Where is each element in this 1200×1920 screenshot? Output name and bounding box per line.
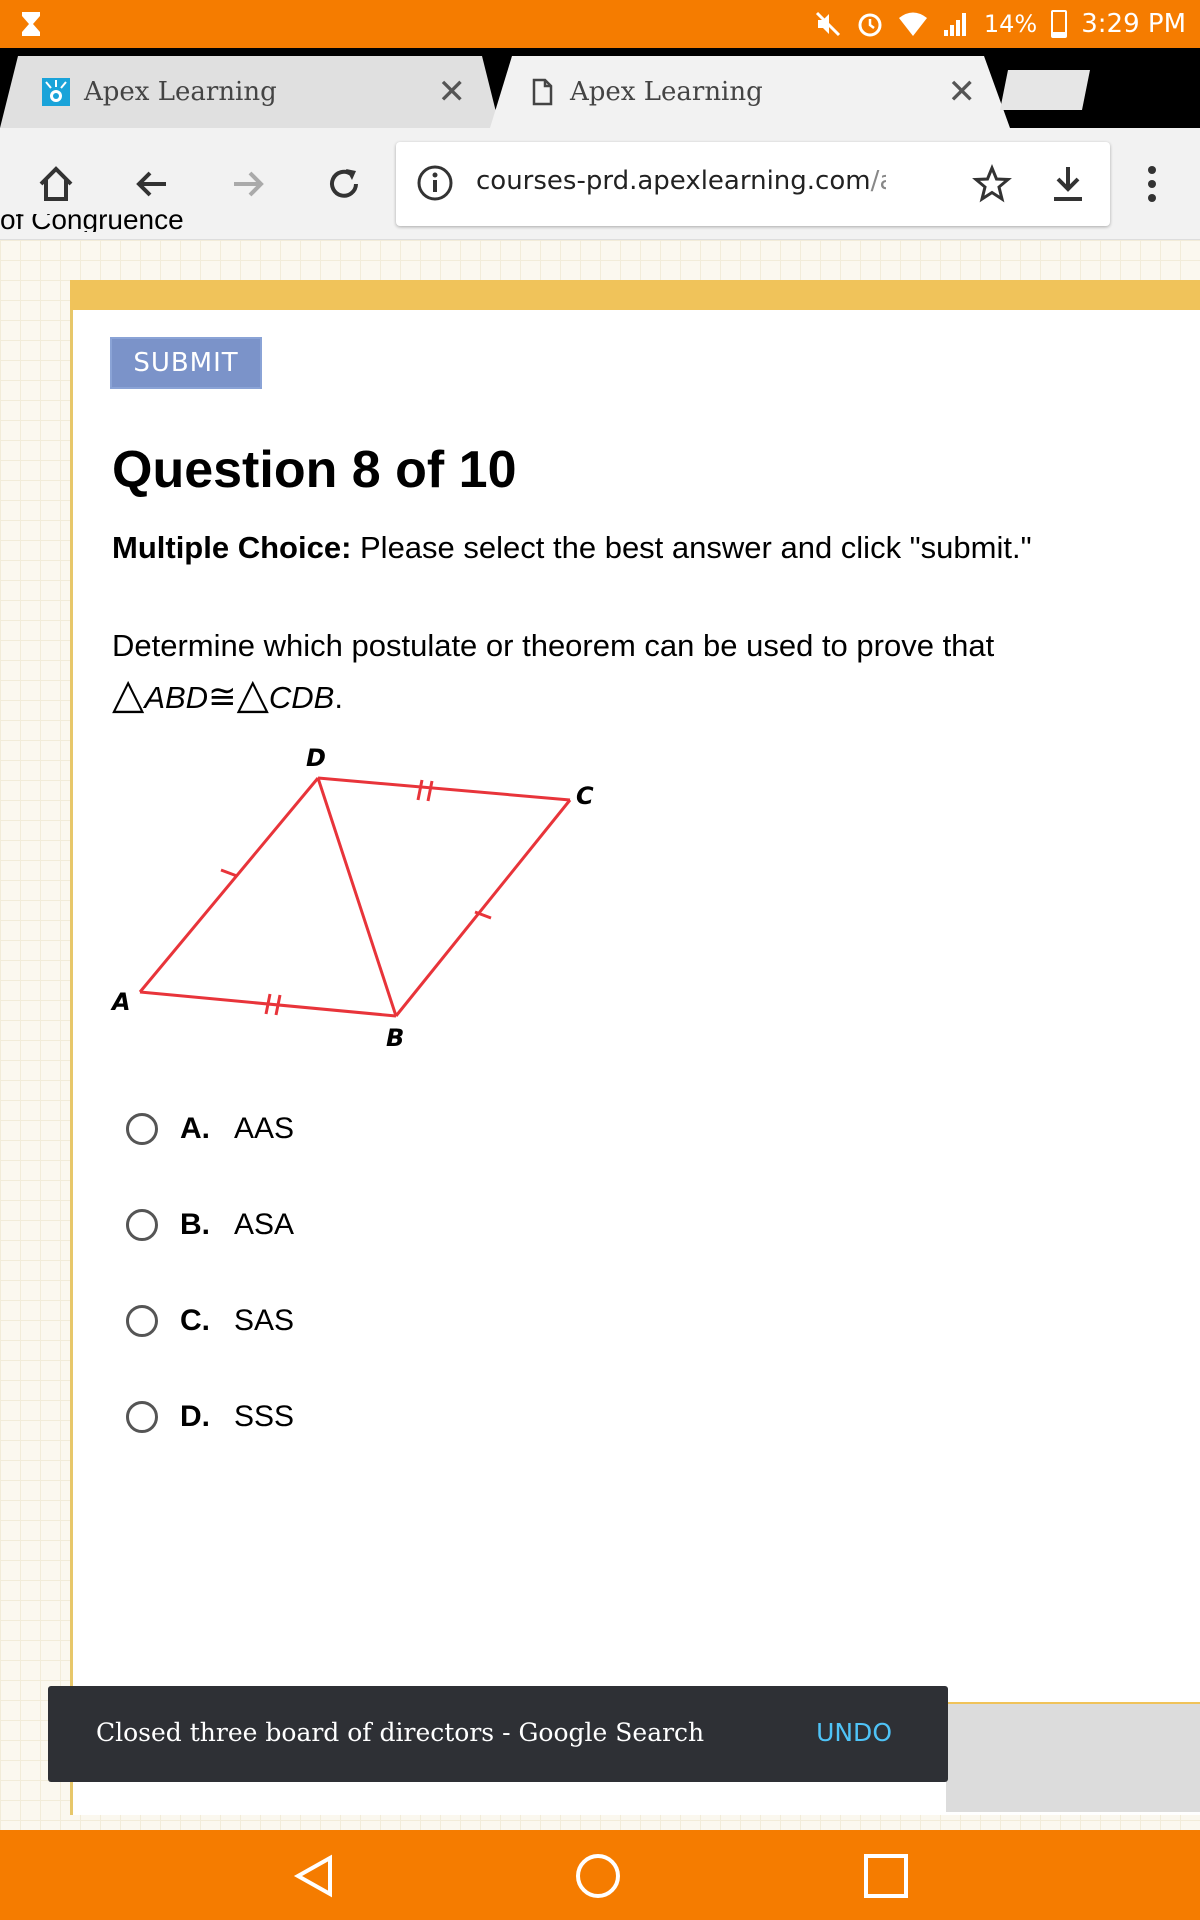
back-nav-icon[interactable] — [286, 1848, 342, 1904]
tab-title: Apex Learning — [84, 77, 277, 107]
tab-apex-learning-2[interactable]: Apex Learning ✕ — [490, 56, 1010, 128]
download-icon[interactable] — [1050, 164, 1086, 204]
option-c[interactable]: C. SAS — [126, 1296, 294, 1346]
congruence-statement: △ABD≅△CDB — [112, 670, 335, 718]
star-icon[interactable] — [972, 164, 1012, 204]
tab-title: Apex Learning — [570, 77, 763, 107]
radio-button[interactable] — [126, 1113, 158, 1145]
double-tick-AB-2 — [274, 994, 282, 1016]
vertex-label-A: A — [110, 988, 131, 1016]
question-prompt: Determine which postulate or theorem can… — [112, 622, 1112, 722]
snackbar-message: Closed three board of directors - Google… — [96, 1718, 705, 1747]
tab-apex-learning-1[interactable]: Apex Learning ✕ — [0, 56, 500, 128]
instructions-text: Please select the best answer and click … — [351, 530, 1032, 565]
double-tick-AB-1 — [264, 993, 272, 1015]
option-text: SAS — [234, 1304, 295, 1337]
url-text: courses-prd.apexlearning.com/apps... — [476, 166, 886, 196]
segment-AD — [138, 777, 320, 993]
close-icon[interactable]: ✕ — [948, 72, 977, 112]
home-nav-icon[interactable] — [570, 1848, 626, 1904]
vertex-label-B: B — [386, 1024, 404, 1052]
option-a[interactable]: A. AAS — [126, 1104, 294, 1154]
hourglass-icon — [22, 12, 40, 36]
url-host: courses-prd.apexlearning.com — [476, 166, 871, 196]
segment-CB — [394, 799, 572, 1017]
navigation-bar — [0, 1830, 1200, 1920]
prompt-text: Determine which postulate or theorem can… — [112, 628, 995, 663]
vertex-label-D: D — [306, 744, 326, 772]
mute-icon — [815, 11, 840, 37]
option-b[interactable]: B. ASA — [126, 1200, 294, 1250]
recents-nav-icon[interactable] — [858, 1848, 914, 1904]
instructions: Multiple Choice: Please select the best … — [112, 530, 1032, 566]
prompt-end: . — [334, 680, 343, 715]
segment-DC — [317, 776, 571, 802]
radio-button[interactable] — [126, 1305, 158, 1337]
vertex-label-C: C — [576, 782, 594, 810]
tab-strip: Apex Learning ✕ Apex Learning ✕ — [0, 48, 1200, 128]
option-text: ASA — [234, 1208, 295, 1241]
address-bar[interactable]: courses-prd.apexlearning.com/apps... — [396, 142, 1110, 226]
forward-icon[interactable] — [222, 158, 274, 210]
cut-heading: of Congruence — [0, 214, 184, 232]
parallelogram-figure: D C A B — [110, 744, 594, 1052]
card-accent-bar — [70, 280, 1200, 310]
home-icon[interactable] — [30, 158, 82, 210]
triangle-icon: △ — [112, 669, 145, 718]
new-tab-button[interactable] — [1000, 70, 1090, 110]
option-letter: D. — [180, 1400, 210, 1433]
double-tick-DC-2 — [426, 780, 434, 802]
close-icon[interactable]: ✕ — [438, 72, 467, 112]
status-bar: 14% 3:29 PM — [0, 0, 1200, 48]
apex-logo-icon — [42, 78, 70, 106]
option-text: AAS — [234, 1112, 295, 1145]
double-tick-DC-1 — [416, 779, 424, 801]
triangle-1-name: ABD — [144, 680, 209, 715]
triangle-2-name: CDB — [268, 680, 335, 715]
question-title: Question 8 of 10 — [112, 441, 517, 499]
wifi-icon — [898, 12, 927, 36]
battery-icon — [1051, 10, 1068, 38]
page-icon — [532, 78, 553, 106]
triangle-icon: △ — [236, 669, 269, 718]
undo-button[interactable]: UNDO — [816, 1718, 892, 1747]
snackbar: Closed three board of directors - Google… — [48, 1686, 948, 1782]
congruent-symbol: ≅ — [208, 677, 237, 717]
option-letter: A. — [180, 1112, 210, 1145]
radio-button[interactable] — [126, 1209, 158, 1241]
url-path: /apps... — [870, 166, 886, 196]
instructions-label: Multiple Choice: — [112, 530, 352, 565]
submit-button[interactable]: SUBMIT — [110, 337, 262, 389]
back-icon[interactable] — [126, 158, 178, 210]
reload-icon[interactable] — [318, 158, 370, 210]
signal-icon — [943, 13, 966, 36]
bottom-panel — [946, 1702, 1200, 1812]
segment-DB — [316, 777, 398, 1017]
battery-percent: 14% — [983, 10, 1038, 38]
radio-button[interactable] — [126, 1401, 158, 1433]
option-d[interactable]: D. SSS — [126, 1392, 294, 1442]
option-letter: B. — [180, 1208, 210, 1241]
more-options-icon[interactable] — [1126, 158, 1178, 210]
status-time: 3:29 PM — [1081, 9, 1186, 39]
alarm-icon — [858, 13, 882, 37]
option-text: SSS — [234, 1400, 295, 1433]
option-letter: C. — [180, 1304, 210, 1337]
info-icon[interactable] — [416, 164, 454, 202]
tick-mark-AD — [220, 868, 238, 878]
